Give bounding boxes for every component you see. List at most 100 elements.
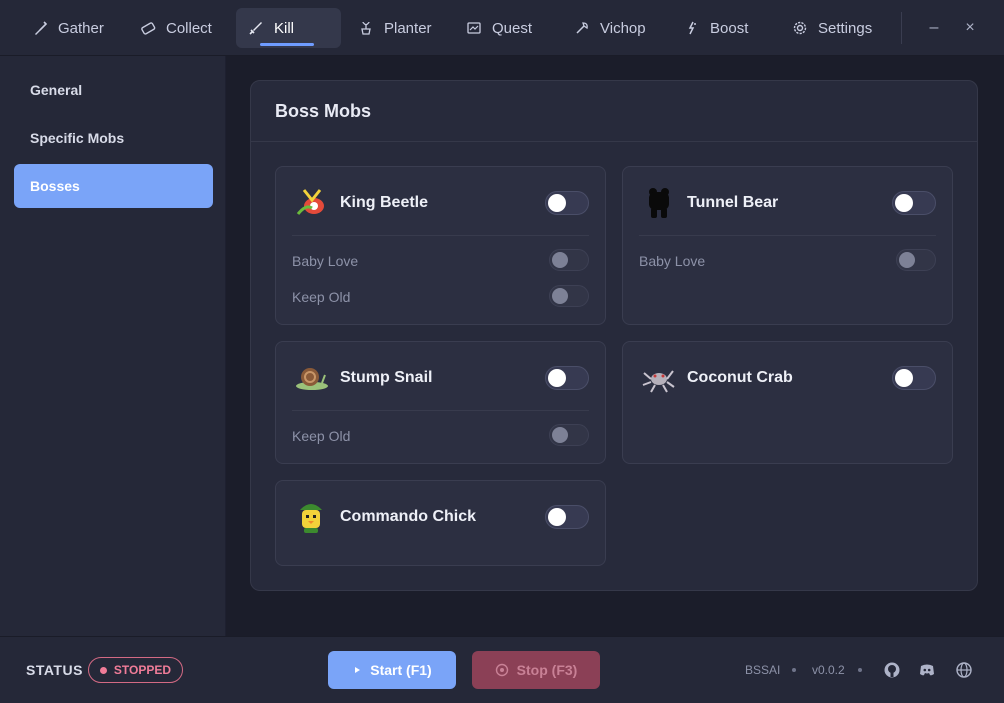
status-value: STOPPED (113, 663, 172, 677)
play-icon (355, 667, 361, 673)
king-beetle-toggle[interactable] (545, 191, 589, 215)
app-name: BSSAI (745, 663, 781, 677)
option-label: Baby Love (292, 253, 359, 269)
toggle-knob (548, 508, 566, 526)
map-icon (467, 22, 481, 34)
tab-gather[interactable]: Gather (20, 8, 116, 48)
stump-snail-keep-old-toggle[interactable] (549, 424, 589, 446)
boss-name: Tunnel Bear (687, 194, 779, 211)
minimize-button[interactable]: – (922, 16, 946, 40)
sidebar: General Specific Mobs Bosses (0, 56, 226, 636)
tunnel-bear-toggle[interactable] (892, 191, 936, 215)
boss-card-stump-snail: Stump Snail Keep Old (275, 341, 606, 464)
tab-boost-label: Boost (710, 19, 749, 37)
sword-icon (249, 22, 262, 35)
tab-kill[interactable]: Kill (236, 8, 341, 48)
sidebar-item-label: Specific Mobs (30, 130, 125, 146)
separator-dot (792, 668, 796, 672)
card-header: Commando Chick (292, 499, 476, 535)
commando-chick-icon (300, 504, 322, 533)
tab-boost[interactable]: Boost (672, 8, 760, 48)
tab-gather-label: Gather (58, 19, 104, 37)
toggle-knob (548, 194, 566, 212)
status-dot-icon (99, 666, 107, 674)
toggle-knob (548, 369, 566, 387)
divider (251, 141, 977, 142)
tab-vichop[interactable]: Vichop (562, 8, 658, 48)
boss-card-coconut-crab: Coconut Crab (622, 341, 953, 464)
divider (639, 235, 936, 236)
stop-icon (495, 663, 508, 677)
stump-snail-icon (296, 368, 328, 390)
option-label: Keep Old (292, 428, 351, 444)
top-nav: Gather Collect Kill Planter Quest Vichop… (0, 0, 1004, 56)
shovel-icon (35, 21, 48, 35)
sidebar-item-bosses[interactable]: Bosses (14, 164, 213, 208)
king-beetle-keep-old-toggle[interactable] (549, 285, 589, 307)
tab-collect-label: Collect (166, 19, 212, 37)
divider (292, 410, 589, 411)
tab-settings-label: Settings (818, 19, 873, 37)
sidebar-item-label: General (30, 82, 83, 98)
planter-icon (361, 21, 371, 35)
tunnel-bear-baby-love-toggle[interactable] (896, 249, 936, 271)
king-beetle-baby-love-toggle[interactable] (549, 249, 589, 271)
boss-name: Coconut Crab (687, 369, 793, 386)
active-tab-indicator (260, 43, 314, 46)
commando-chick-toggle[interactable] (545, 505, 589, 529)
start-button[interactable]: Start (F1) (328, 651, 456, 689)
status-label: STATUS (26, 662, 83, 678)
stump-snail-toggle[interactable] (545, 366, 589, 390)
tab-kill-label: Kill (274, 19, 295, 37)
option-label: Baby Love (639, 253, 706, 269)
separator-dot (858, 668, 862, 672)
toggle-knob (552, 252, 568, 268)
tab-quest-label: Quest (492, 19, 533, 37)
boss-card-king-beetle: King Beetle Baby Love Keep Old (275, 166, 606, 325)
stop-button-label: Stop (F3) (516, 662, 578, 678)
sidebar-item-specific-mobs[interactable]: Specific Mobs (14, 116, 213, 160)
boss-name: Commando Chick (340, 508, 477, 525)
card-header: Tunnel Bear (639, 185, 778, 221)
option-label: Keep Old (292, 289, 351, 305)
globe-icon[interactable] (955, 661, 973, 679)
tab-collect[interactable]: Collect (128, 8, 224, 48)
boss-card-tunnel-bear: Tunnel Bear Baby Love (622, 166, 953, 325)
boss-name: Stump Snail (340, 369, 433, 386)
sidebar-item-general[interactable]: General (14, 68, 213, 112)
tab-quest[interactable]: Quest (454, 8, 544, 48)
discord-icon[interactable] (918, 661, 936, 679)
card-header: King Beetle (292, 185, 428, 221)
tunnel-bear-icon (649, 188, 669, 218)
tab-vichop-label: Vichop (600, 19, 646, 37)
toggle-knob (552, 427, 568, 443)
close-button[interactable]: × (958, 16, 982, 40)
toggle-knob (552, 288, 568, 304)
coconut-crab-toggle[interactable] (892, 366, 936, 390)
tab-planter-label: Planter (384, 19, 432, 37)
tab-planter[interactable]: Planter (346, 8, 444, 48)
sidebar-item-label: Bosses (30, 178, 80, 194)
gear-icon (793, 21, 807, 35)
tab-settings[interactable]: Settings (780, 8, 884, 48)
panel-title: Boss Mobs (275, 101, 372, 121)
boss-card-commando-chick: Commando Chick (275, 480, 606, 566)
card-header: Stump Snail (292, 360, 432, 396)
app-version: v0.0.2 (812, 663, 845, 677)
coconut-crab-icon (642, 370, 675, 393)
status-badge: STOPPED (88, 657, 183, 683)
toggle-knob (899, 252, 915, 268)
boss-name: King Beetle (340, 194, 429, 211)
toggle-knob (895, 369, 913, 387)
stop-button[interactable]: Stop (F3) (472, 651, 600, 689)
nav-divider (901, 12, 902, 44)
toggle-knob (895, 194, 913, 212)
status-bar: STATUS STOPPED Start (F1) Stop (F3) BSSA… (0, 636, 1004, 703)
axe-icon (576, 22, 588, 34)
divider (292, 235, 589, 236)
ticket-icon (141, 22, 156, 35)
github-icon[interactable] (883, 661, 901, 679)
start-button-label: Start (F1) (370, 662, 432, 678)
king-beetle-icon (296, 189, 324, 215)
card-header: Coconut Crab (639, 360, 793, 396)
